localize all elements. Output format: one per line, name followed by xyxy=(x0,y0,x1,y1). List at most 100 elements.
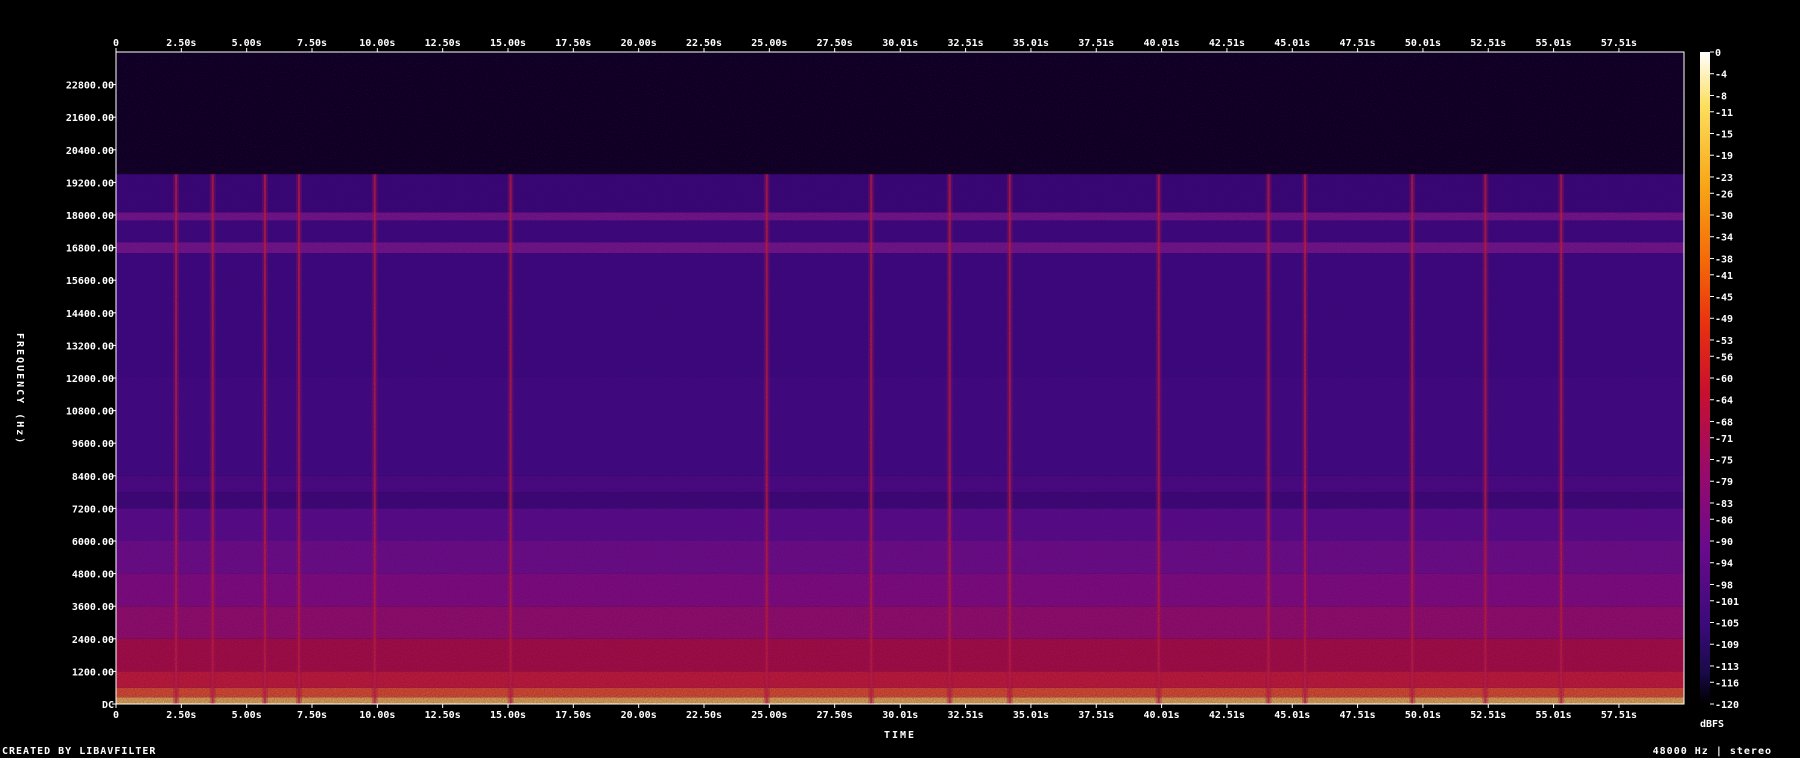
colorbar-tick-label: -15 xyxy=(1715,130,1733,141)
x-axis-label: TIME xyxy=(884,730,916,741)
x-tick-label: 27.50s xyxy=(817,38,853,49)
x-tick-label: 50.01s xyxy=(1405,38,1441,49)
colorbar-tick-label: -98 xyxy=(1715,580,1733,591)
x-tick-label: 27.50s xyxy=(817,710,853,721)
x-tick-label: 47.51s xyxy=(1340,710,1376,721)
x-tick-label: 10.00s xyxy=(359,710,395,721)
x-tick-label: 15.00s xyxy=(490,710,526,721)
stream-info-text: 48000 Hz | stereo xyxy=(1652,746,1772,757)
y-tick-label: 6000.00 xyxy=(72,537,114,548)
colorbar-tick-label: -113 xyxy=(1715,662,1739,673)
x-tick-label: 55.01s xyxy=(1536,710,1572,721)
credit-text: CREATED BY LIBAVFILTER xyxy=(2,746,157,757)
colorbar-label: dBFS xyxy=(1700,719,1724,730)
y-tick-label: 22800.00 xyxy=(66,81,114,92)
colorbar-tick-label: -68 xyxy=(1715,417,1733,428)
colorbar-tick-label: -19 xyxy=(1715,151,1733,162)
colorbar-tick-label: -49 xyxy=(1715,314,1733,325)
colorbar-tick-label: -26 xyxy=(1715,189,1733,200)
x-tick-label: 12.50s xyxy=(425,710,461,721)
y-tick-label: 13200.00 xyxy=(66,341,114,352)
colorbar-tick-label: -34 xyxy=(1715,233,1733,244)
y-tick-label: 3600.00 xyxy=(72,602,114,613)
x-tick-label: 0 xyxy=(113,38,119,49)
x-tick-label: 47.51s xyxy=(1340,38,1376,49)
x-tick-label: 52.51s xyxy=(1470,710,1506,721)
spectrogram-chart: 0 2.50s 5.00s 7.50s 10.00s 12.50s 15.00s 17.50s… xyxy=(66,38,1739,741)
colorbar-tick-label: -38 xyxy=(1715,254,1733,265)
x-tick-label: 5.00s xyxy=(232,38,262,49)
y-tick-label: 12000.00 xyxy=(66,374,114,385)
y-tick-label: 21600.00 xyxy=(66,113,114,124)
x-tick-label: 42.51s xyxy=(1209,710,1245,721)
colorbar-tick-label: -4 xyxy=(1715,70,1727,81)
x-tick-label: 37.51s xyxy=(1078,710,1114,721)
x-tick-label: 22.50s xyxy=(686,710,722,721)
y-tick-label: 10800.00 xyxy=(66,407,114,418)
x-tick-label: 32.51s xyxy=(948,710,984,721)
x-tick-label: 20.00s xyxy=(621,710,657,721)
colorbar-tick-label: -11 xyxy=(1715,108,1733,119)
y-axis-label-box: FREQUENCY (Hz) xyxy=(10,333,30,445)
x-tick-label: 40.01s xyxy=(1144,710,1180,721)
x-tick-label: 20.00s xyxy=(621,38,657,49)
colorbar-tick-label: -41 xyxy=(1715,271,1733,282)
x-tick-label: 10.00s xyxy=(359,38,395,49)
x-tick-label: 35.01s xyxy=(1013,38,1049,49)
y-tick-label: 18000.00 xyxy=(66,211,114,222)
x-tick-label: 15.00s xyxy=(490,38,526,49)
x-tick-label: 32.51s xyxy=(948,38,984,49)
colorbar-tick-label: -53 xyxy=(1715,336,1733,347)
x-tick-label: 45.01s xyxy=(1274,38,1310,49)
colorbar-tick-label: -105 xyxy=(1715,619,1739,630)
x-tick-label: 0 xyxy=(113,710,119,721)
y-tick-label: 20400.00 xyxy=(66,146,114,157)
colorbar-tick-label: -83 xyxy=(1715,499,1733,510)
x-tick-label: 45.01s xyxy=(1274,710,1310,721)
x-tick-label: 55.01s xyxy=(1536,38,1572,49)
x-tick-label: 40.01s xyxy=(1144,38,1180,49)
x-tick-label: 17.50s xyxy=(555,38,591,49)
x-tick-label: 42.51s xyxy=(1209,38,1245,49)
x-tick-label: 50.01s xyxy=(1405,710,1441,721)
plot-area xyxy=(116,52,1684,704)
x-tick-label: 25.00s xyxy=(751,710,787,721)
x-tick-label: 57.51s xyxy=(1601,38,1637,49)
x-tick-label: 12.50s xyxy=(425,38,461,49)
colorbar-tick-label: -30 xyxy=(1715,211,1733,222)
y-tick-label: 19200.00 xyxy=(66,178,114,189)
x-tick-label: 52.51s xyxy=(1470,38,1506,49)
y-tick-label: 9600.00 xyxy=(72,439,114,450)
colorbar-ticks: 0 -4 -8 -11 -15 -19 -23 -26 -30 -34 -38 -41 -45 -49 -5… xyxy=(1710,48,1739,711)
colorbar xyxy=(1700,52,1710,704)
x-axis-top: 0 2.50s 5.00s 7.50s 10.00s 12.50s 15.00s 17.50s… xyxy=(113,38,1637,52)
colorbar-tick-label: -75 xyxy=(1715,456,1733,467)
x-tick-label: 22.50s xyxy=(686,38,722,49)
colorbar-tick-label: -90 xyxy=(1715,537,1733,548)
colorbar-tick-label: -86 xyxy=(1715,515,1733,526)
x-tick-label: 30.01s xyxy=(882,38,918,49)
colorbar-tick-label: -120 xyxy=(1715,700,1739,711)
x-tick-label: 57.51s xyxy=(1601,710,1637,721)
noise-overlay xyxy=(116,52,1684,704)
x-tick-label: 17.50s xyxy=(555,710,591,721)
y-tick-label: 8400.00 xyxy=(72,472,114,483)
colorbar-tick-label: -94 xyxy=(1715,559,1733,570)
x-tick-label: 35.01s xyxy=(1013,710,1049,721)
y-tick-label: DC xyxy=(102,700,114,711)
x-tick-label: 7.50s xyxy=(297,38,327,49)
y-tick-label: 4800.00 xyxy=(72,570,114,581)
colorbar-tick-label: -71 xyxy=(1715,434,1733,445)
colorbar-tick-label: -109 xyxy=(1715,640,1739,651)
y-axis: DC 1200.00 2400.00 3600.00 4800.00 6000.00 720… xyxy=(66,81,116,711)
x-tick-label: 5.00s xyxy=(232,710,262,721)
colorbar-tick-label: -116 xyxy=(1715,678,1739,689)
x-axis-bottom: 0 2.50s 5.00s 7.50s 10.00s 12.50s 15.00s 17.50s… xyxy=(113,704,1637,721)
y-tick-label: 15600.00 xyxy=(66,276,114,287)
y-tick-label: 2400.00 xyxy=(72,635,114,646)
colorbar-tick-label: -60 xyxy=(1715,374,1733,385)
colorbar-tick-label: -56 xyxy=(1715,352,1733,363)
colorbar-tick-label: -45 xyxy=(1715,293,1733,304)
x-tick-label: 25.00s xyxy=(751,38,787,49)
colorbar-tick-label: -101 xyxy=(1715,597,1739,608)
